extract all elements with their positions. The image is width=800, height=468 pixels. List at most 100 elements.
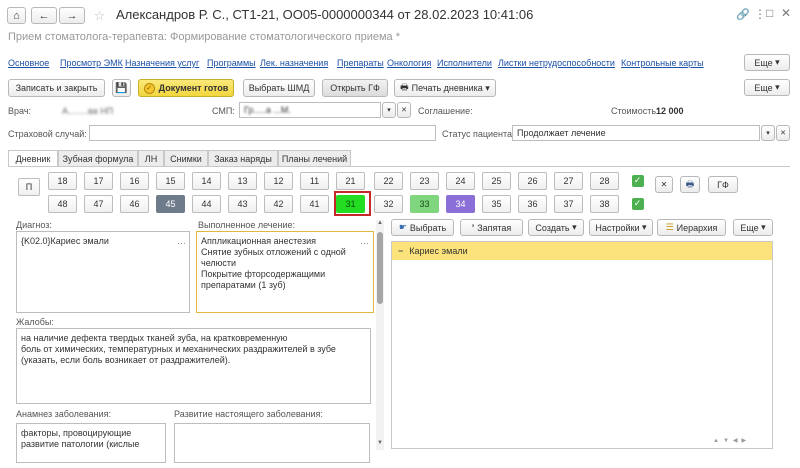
tooth-42-button[interactable]: 42	[264, 195, 293, 213]
gf-button[interactable]: ГФ	[708, 176, 738, 193]
link-naznacheniya-uslug[interactable]: Назначения услуг	[125, 58, 199, 68]
tooth-14-button[interactable]: 14	[192, 172, 221, 190]
tooth-34-button[interactable]: 34	[446, 195, 475, 213]
diagnosis-select-icon[interactable]: …	[177, 236, 186, 246]
tab-snimki[interactable]: Снимки	[164, 150, 208, 166]
status-field[interactable]: Продолжает лечение	[512, 125, 760, 141]
link-preparaty[interactable]: Препараты	[337, 58, 384, 68]
tooth-41-button[interactable]: 41	[300, 195, 329, 213]
more-toolbar-button[interactable]: Еще ▾	[744, 79, 790, 96]
print-diary-button[interactable]: 🖶 Печать дневника ▾	[394, 79, 496, 97]
save-close-button[interactable]: Записать и закрыть	[8, 79, 105, 97]
tooth-13-button[interactable]: 13	[228, 172, 257, 190]
smp-dropdown-button[interactable]: ▾	[382, 102, 396, 118]
tooth-18-button[interactable]: 18	[48, 172, 77, 190]
anamnesis-line: развитие патологии (кислые	[21, 439, 140, 449]
tooth-45-button[interactable]: 45	[156, 195, 185, 213]
tab-ln[interactable]: ЛН	[138, 150, 164, 166]
smp-field[interactable]: Гр.....а ...М.	[239, 102, 381, 118]
choose-button[interactable]: ☛ Выбрать	[391, 219, 454, 236]
insurance-field[interactable]	[89, 125, 436, 141]
treatment-select-icon[interactable]: …	[360, 236, 369, 246]
save-disk-icon[interactable]: 💾	[112, 79, 131, 97]
tooth-48-button[interactable]: 48	[48, 195, 77, 213]
doc-ready-check-icon: ✓	[143, 82, 155, 94]
upper-confirm-check-icon[interactable]: ✓	[627, 172, 648, 189]
settings-button[interactable]: Настройки ▾	[589, 219, 653, 236]
smp-clear-button[interactable]: ✕	[397, 102, 411, 118]
maximize-icon[interactable]: □	[766, 6, 773, 20]
more-links-button[interactable]: Еще ▾	[744, 54, 790, 71]
clear-teeth-button[interactable]: ✕	[655, 176, 673, 193]
open-gf-button[interactable]: Открыть ГФ	[322, 79, 388, 97]
scroll-down-icon[interactable]: ▼	[376, 440, 384, 446]
tooth-27-button[interactable]: 27	[554, 172, 583, 190]
tree-footer-arrows[interactable]: ▲▼◀▶	[713, 437, 750, 444]
lower-confirm-check-icon[interactable]: ✓	[627, 195, 648, 212]
tooth-15-button[interactable]: 15	[156, 172, 185, 190]
right-more-button[interactable]: Еще ▾	[733, 219, 773, 236]
tree-row-selected[interactable]: − Кариес эмали	[392, 242, 772, 260]
tooth-46-button[interactable]: 46	[120, 195, 149, 213]
tooth-35-button[interactable]: 35	[482, 195, 511, 213]
favorite-star-icon[interactable]: ☆	[91, 7, 108, 24]
complaints-line: (указать, если боль возникает от раздраж…	[21, 355, 231, 365]
close-icon[interactable]: ✕	[781, 6, 791, 20]
smp-value: Гр.....а ...М.	[244, 105, 291, 115]
home-button[interactable]: ⌂	[7, 7, 26, 24]
tooth-21-button[interactable]: 21	[336, 172, 365, 190]
link-icon[interactable]: 🔗	[736, 8, 750, 21]
create-button[interactable]: Создать ▾	[528, 219, 584, 236]
development-field[interactable]	[174, 423, 370, 463]
menu-icon[interactable]: ⋮	[754, 7, 766, 21]
tooth-33-button[interactable]: 33	[410, 195, 439, 213]
complaints-field[interactable]: на наличие дефекта твердых тканей зуба, …	[16, 328, 371, 404]
doc-ready-button[interactable]: ✓ Документ готов	[138, 79, 234, 97]
tooth-44-button[interactable]: 44	[192, 195, 221, 213]
status-clear-button[interactable]: ✕	[776, 125, 790, 141]
comma-button[interactable]: ’ Запятая	[460, 219, 523, 236]
link-lek-naznacheniya[interactable]: Лек. назначения	[260, 58, 328, 68]
treatment-field[interactable]: Аппликационная анестезия Снятие зубных о…	[196, 231, 374, 313]
tab-zakaz-naryady[interactable]: Заказ наряды	[208, 150, 278, 166]
tooth-36-button[interactable]: 36	[518, 195, 547, 213]
link-prosmotr-emk[interactable]: Просмотр ЭМК	[60, 58, 123, 68]
diagnosis-field[interactable]: {K02.0}Кариес эмали	[16, 231, 190, 313]
tooth-32-button[interactable]: 32	[374, 195, 403, 213]
forward-button[interactable]: →	[59, 7, 85, 24]
choose-shmd-button[interactable]: Выбрать ШМД	[243, 79, 315, 97]
back-button[interactable]: ←	[31, 7, 57, 24]
tab-dnevnik[interactable]: Дневник	[8, 150, 58, 167]
link-onkologiya[interactable]: Онкология	[387, 58, 431, 68]
link-ispolniteli[interactable]: Исполнители	[437, 58, 492, 68]
tooth-38-button[interactable]: 38	[590, 195, 619, 213]
tooth-23-button[interactable]: 23	[410, 172, 439, 190]
tooth-43-button[interactable]: 43	[228, 195, 257, 213]
p-button[interactable]: П	[18, 178, 40, 196]
link-listki[interactable]: Листки нетрудоспособности	[498, 58, 615, 68]
link-osnovnoe[interactable]: Основное	[8, 58, 49, 68]
scroll-up-icon[interactable]: ▲	[376, 220, 384, 226]
anamnesis-field[interactable]: факторы, провоцирующие развитие патологи…	[16, 423, 166, 463]
left-scrollbar-thumb[interactable]	[377, 232, 383, 304]
tooth-37-button[interactable]: 37	[554, 195, 583, 213]
tooth-11-button[interactable]: 11	[300, 172, 329, 190]
tooth-22-button[interactable]: 22	[374, 172, 403, 190]
print-teeth-icon[interactable]: 🖶	[680, 176, 700, 193]
tooth-12-button[interactable]: 12	[264, 172, 293, 190]
tooth-28-button[interactable]: 28	[590, 172, 619, 190]
tooth-24-button[interactable]: 24	[446, 172, 475, 190]
link-programmy[interactable]: Программы	[207, 58, 256, 68]
tooth-17-button[interactable]: 17	[84, 172, 113, 190]
tooth-number: 25	[491, 176, 502, 186]
status-dropdown-button[interactable]: ▾	[761, 125, 775, 141]
tooth-25-button[interactable]: 25	[482, 172, 511, 190]
tab-zubnaya-formula[interactable]: Зубная формула	[58, 150, 138, 166]
tree-collapse-icon[interactable]: −	[398, 246, 403, 256]
tooth-26-button[interactable]: 26	[518, 172, 547, 190]
tab-plany-lecheniy[interactable]: Планы лечений	[278, 150, 351, 166]
hierarchy-button[interactable]: ☰ Иерархия	[657, 219, 726, 236]
tooth-47-button[interactable]: 47	[84, 195, 113, 213]
link-kontrolnye-karty[interactable]: Контрольные карты	[621, 58, 704, 68]
tooth-16-button[interactable]: 16	[120, 172, 149, 190]
